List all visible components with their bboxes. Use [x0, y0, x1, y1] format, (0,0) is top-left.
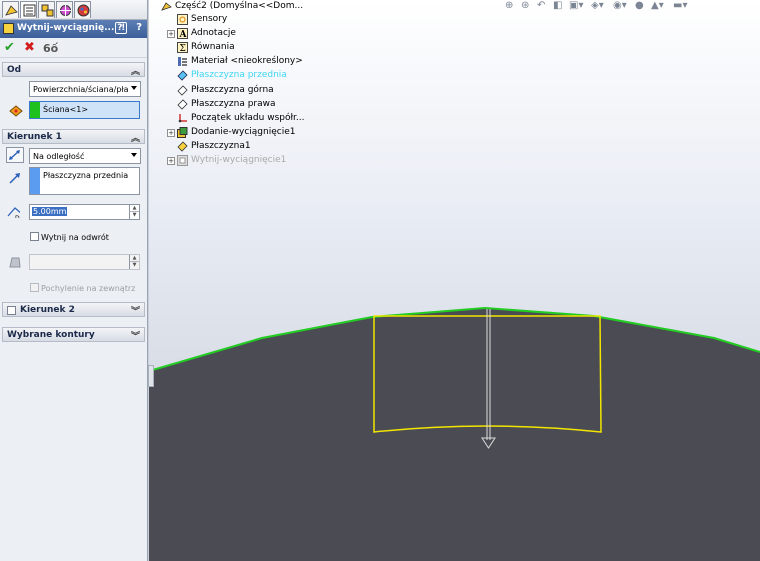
end-condition-dropdown[interactable]: Na odległość	[29, 148, 141, 164]
view-settings-icon[interactable]: ▬▾	[673, 0, 687, 11]
from-condition-row: Powierzchnia/ściana/pła	[0, 77, 147, 99]
direction1-group-header[interactable]: Kierunek 1 ︽	[2, 129, 145, 144]
from-selection-row: Ściana<1>	[0, 99, 147, 121]
svg-text:A: A	[179, 30, 188, 39]
expand-cut-extrude[interactable]: +	[167, 157, 175, 165]
reverse-direction-button[interactable]	[6, 147, 24, 163]
zoom-to-area-icon[interactable]: ⊛	[521, 0, 529, 11]
configuration-manager-icon	[41, 4, 54, 17]
depth-input[interactable]: 5.00mm ▲ ▼	[29, 204, 140, 220]
feature-title-bar: Wytnij-wyciągnię... ⁈ ?	[0, 20, 147, 38]
draft-outward-checkbox: Pochylenie na zewnątrz	[30, 283, 135, 293]
spin-up-button: ▲	[129, 255, 139, 262]
display-manager-icon	[77, 4, 90, 17]
plane-icon	[177, 141, 188, 152]
flip-side-checkbox[interactable]: Wytnij na odwrót	[30, 232, 109, 242]
zoom-to-fit-icon[interactable]: ⊕	[505, 0, 513, 11]
feature-manager-tab[interactable]	[2, 1, 19, 18]
draft-row: ▲ ▼	[0, 250, 147, 274]
section-view-icon[interactable]: ◧	[553, 0, 562, 11]
dimxpert-icon	[60, 5, 71, 16]
boss-extrude-icon	[177, 127, 188, 138]
flip-side-row: Wytnij na odwrót	[0, 224, 147, 250]
dimxpert-tab[interactable]	[56, 1, 73, 18]
checkbox	[30, 283, 39, 292]
start-condition-dropdown[interactable]: Powierzchnia/ściana/pła	[29, 81, 141, 97]
view-orientation-icon[interactable]: ▣▾	[569, 0, 583, 11]
depth-dimension-icon: D1	[7, 207, 20, 218]
expand-annotations[interactable]: +	[167, 30, 175, 38]
help-button[interactable]: ?	[136, 22, 142, 33]
checkbox[interactable]	[30, 232, 39, 241]
face-select-icon	[9, 105, 23, 117]
selected-contours-group-header[interactable]: Wybrane kontury ︾	[2, 327, 145, 342]
collapse-icon[interactable]: ︽	[131, 131, 140, 144]
origin-icon	[177, 113, 188, 124]
equation-icon: Σ	[177, 42, 188, 54]
hide-show-icon[interactable]: ◉▾	[613, 0, 627, 11]
svg-text:Σ: Σ	[180, 44, 186, 53]
configuration-manager-tab[interactable]	[38, 1, 55, 18]
action-bar: ✔ ✖ 6ố	[0, 38, 147, 58]
spin-down-button[interactable]: ▼	[129, 212, 139, 219]
detailed-preview-button[interactable]: 6ố	[43, 42, 58, 55]
depth-row: D1 5.00mm ▲ ▼	[0, 198, 147, 224]
material-icon	[177, 56, 188, 67]
draft-icon	[9, 257, 21, 268]
property-manager-tab[interactable]	[20, 1, 37, 18]
edit-appearance-icon[interactable]: ●	[635, 0, 644, 11]
plane-icon	[177, 85, 188, 96]
draft-angle-input: ▲ ▼	[29, 254, 140, 270]
apply-scene-icon[interactable]: ▲▾	[651, 0, 664, 11]
ok-button[interactable]: ✔	[4, 40, 15, 55]
sensor-icon	[177, 14, 188, 25]
selection-color-bar	[30, 168, 40, 194]
part-icon	[161, 1, 172, 12]
help-icon[interactable]: ⁈	[115, 22, 127, 34]
draft-outward-row: Pochylenie na zewnątrz	[0, 274, 147, 300]
panel-collapse-handle[interactable]	[148, 365, 154, 387]
manager-tabs	[0, 0, 147, 20]
selection-color-bar	[30, 102, 40, 118]
cut-extrude-icon	[3, 23, 14, 34]
feature-title: Wytnij-wyciągnię...	[17, 23, 115, 33]
plane-icon	[177, 99, 188, 110]
expand-icon[interactable]: ︾	[131, 329, 140, 342]
previous-view-icon[interactable]: ↶	[537, 0, 545, 11]
chevron-down-icon	[131, 86, 137, 90]
property-manager-icon	[23, 4, 36, 17]
reverse-direction-icon	[9, 150, 20, 160]
svg-text:D1: D1	[15, 215, 20, 218]
direction-arrow-icon	[9, 173, 20, 184]
from-group-header[interactable]: Od ︽	[2, 62, 145, 77]
face-selection-box[interactable]: Ściana<1>	[29, 101, 140, 119]
direction2-group-header[interactable]: Kierunek 2 ︾	[2, 302, 145, 317]
direction2-checkbox[interactable]	[7, 306, 16, 315]
property-manager-panel: Wytnij-wyciągnię... ⁈ ? ✔ ✖ 6ố Od ︽ Powi…	[0, 0, 148, 561]
reference-selection-box[interactable]: Płaszczyzna przednia	[29, 167, 140, 195]
spin-down-button: ▼	[129, 262, 139, 269]
display-manager-tab[interactable]	[74, 1, 91, 18]
cut-extrude-icon	[177, 155, 188, 166]
reference-row: Płaszczyzna przednia	[0, 166, 147, 198]
spin-up-button[interactable]: ▲	[129, 205, 139, 212]
expand-boss-extrude[interactable]: +	[167, 129, 175, 137]
cancel-button[interactable]: ✖	[24, 40, 35, 55]
display-style-icon[interactable]: ◈▾	[591, 0, 604, 11]
collapse-icon[interactable]: ︽	[131, 64, 140, 77]
feature-tree: Część2 (Domyślna<<Dom... Sensory + A Adn…	[151, 0, 311, 172]
chevron-down-icon	[131, 153, 137, 157]
part-body	[149, 308, 760, 561]
end-condition-row: Na odległość	[0, 144, 147, 166]
plane-icon	[177, 70, 188, 81]
expand-icon[interactable]: ︾	[131, 304, 140, 317]
annotation-icon: A	[177, 28, 188, 40]
feature-manager-icon	[5, 5, 18, 16]
